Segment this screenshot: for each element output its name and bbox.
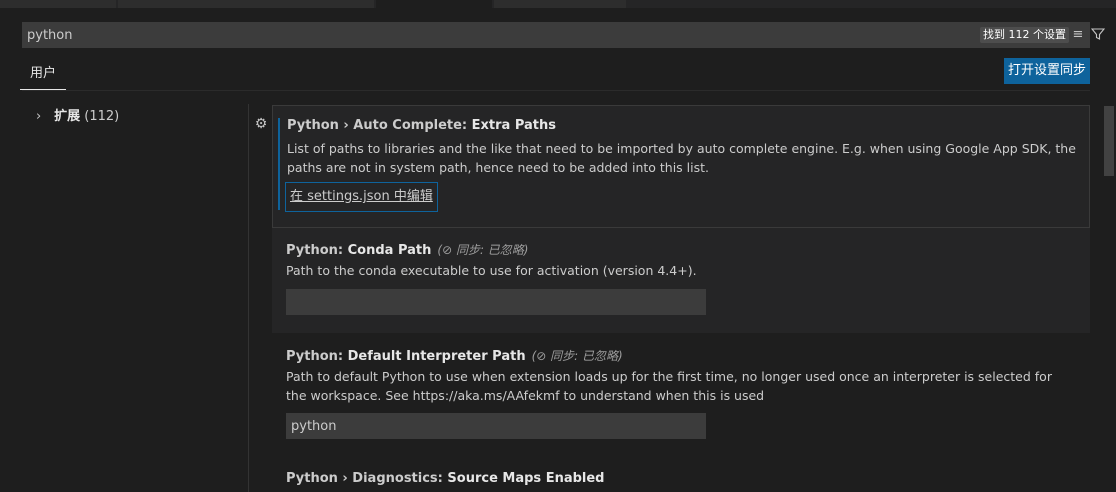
setting-title: Python › Auto Complete: Extra Paths bbox=[287, 118, 556, 133]
setting-item-extra-paths[interactable]: Python › Auto Complete: Extra Paths List… bbox=[272, 105, 1090, 228]
setting-name: Default Interpreter Path bbox=[347, 349, 526, 364]
setting-title: Python: Default Interpreter Path (⊘ 同步: 已… bbox=[286, 347, 623, 364]
sync-ignored-indicator: (⊘ 同步: 已忽略) bbox=[437, 243, 529, 257]
search-result-count: 找到 112 个设置 bbox=[980, 27, 1069, 43]
turn-on-settings-sync-button[interactable]: 打开设置同步 bbox=[1004, 58, 1090, 84]
toc-divider bbox=[248, 104, 249, 492]
chevron-right-icon: › bbox=[36, 109, 42, 124]
scrollbar-thumb[interactable] bbox=[1104, 106, 1114, 176]
editor-tab-strip bbox=[0, 0, 1116, 8]
editor-tab[interactable] bbox=[0, 0, 116, 8]
gear-icon[interactable]: ⚙ bbox=[253, 116, 269, 132]
setting-description: Path to default Python to use when exten… bbox=[286, 369, 1052, 403]
conda-path-input[interactable] bbox=[286, 289, 706, 315]
default-interpreter-path-input[interactable] bbox=[286, 413, 706, 439]
filter-icon[interactable] bbox=[1090, 27, 1106, 43]
settings-search-box: 找到 112 个设置 ≡ bbox=[22, 22, 1106, 48]
editor-tab-active[interactable] bbox=[376, 0, 492, 8]
edit-in-settings-json-link[interactable]: 在 settings.json 中编辑 bbox=[285, 182, 438, 212]
settings-search-input[interactable] bbox=[22, 22, 922, 48]
setting-category: Python: bbox=[286, 243, 348, 258]
setting-category: Python › Diagnostics: bbox=[286, 471, 448, 486]
setting-item-conda-path[interactable]: Python: Conda Path (⊘ 同步: 已忽略) Path to th… bbox=[272, 228, 1090, 333]
header-divider bbox=[22, 90, 1090, 91]
setting-description: List of paths to libraries and the like … bbox=[287, 141, 1076, 175]
setting-item-default-interpreter-path[interactable]: Python: Default Interpreter Path (⊘ 同步: 已… bbox=[272, 333, 1090, 457]
tab-user-settings[interactable]: 用户 bbox=[20, 58, 66, 90]
toc-item-extensions[interactable]: › 扩展 (112) bbox=[36, 106, 119, 128]
sync-ignored-indicator: (⊘ 同步: 已忽略) bbox=[531, 349, 623, 363]
focus-indicator bbox=[278, 118, 280, 210]
toc-item-label: 扩展 bbox=[54, 109, 81, 124]
editor-tab[interactable] bbox=[118, 0, 374, 8]
setting-name: Source Maps Enabled bbox=[447, 471, 605, 486]
clear-filter-icon[interactable]: ≡ bbox=[1070, 27, 1086, 43]
setting-name: Extra Paths bbox=[471, 118, 557, 133]
editor-tab[interactable] bbox=[494, 0, 626, 8]
setting-name: Conda Path bbox=[347, 243, 432, 258]
setting-item-source-maps-enabled[interactable]: Python › Diagnostics: Source Maps Enable… bbox=[272, 457, 1090, 492]
setting-description: Path to the conda executable to use for … bbox=[286, 263, 697, 278]
setting-category: Python › Auto Complete: bbox=[287, 118, 472, 133]
setting-title: Python: Conda Path (⊘ 同步: 已忽略) bbox=[286, 241, 528, 258]
setting-category: Python: bbox=[286, 349, 348, 364]
toc-item-count: (112) bbox=[84, 109, 120, 124]
tab-user-label: 用户 bbox=[29, 66, 56, 81]
setting-title: Python › Diagnostics: Source Maps Enable… bbox=[286, 471, 605, 486]
